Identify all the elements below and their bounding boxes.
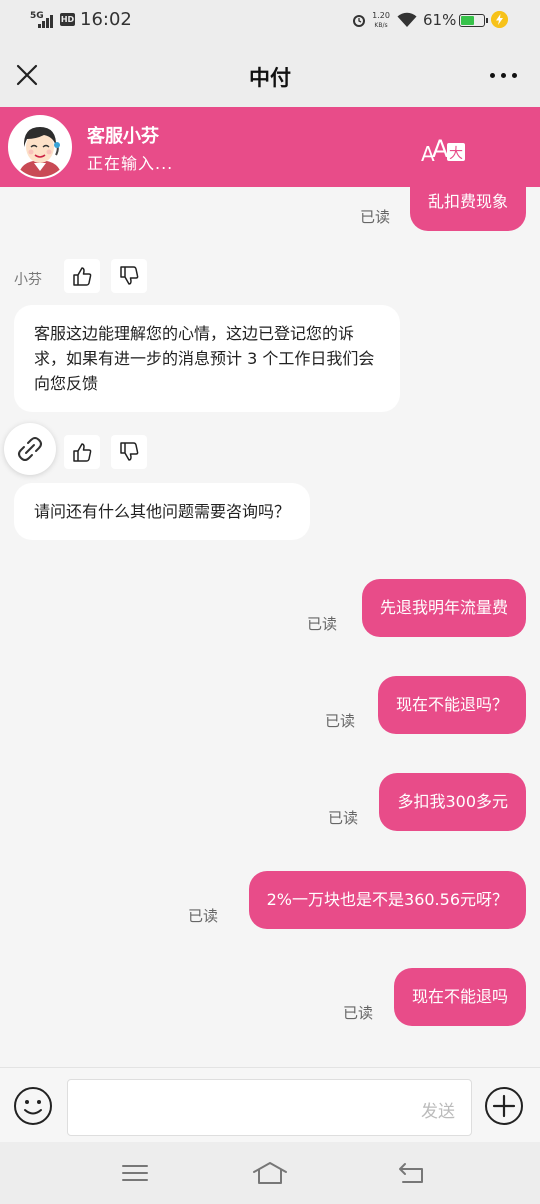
chat-area[interactable]: 已读 乱扣费现象 小芬 客服这边能理解您的心情，这边已登记您的诉求，如果有进一步… — [0, 187, 540, 1067]
like-button[interactable] — [64, 435, 100, 469]
more-icon[interactable] — [490, 73, 518, 79]
network-speed: 1.20 KB/s — [372, 11, 390, 30]
signal-icon — [38, 14, 54, 28]
read-receipt: 已读 — [325, 712, 356, 730]
read-receipt: 已读 — [188, 907, 219, 925]
agent-header: 客服小芬 正在输入... A A 大 — [0, 107, 540, 187]
read-receipt: 已读 — [328, 809, 359, 827]
thumbs-up-icon — [73, 267, 92, 286]
svg-text:A: A — [432, 135, 449, 163]
send-button[interactable]: 发送 — [421, 1097, 455, 1122]
battery-icon — [459, 14, 488, 27]
add-icon[interactable] — [484, 1086, 524, 1126]
font-size-icon[interactable]: A A 大 — [419, 135, 467, 165]
read-receipt: 已读 — [360, 208, 391, 226]
input-bar: 发送 — [0, 1067, 540, 1142]
link-icon — [18, 437, 42, 461]
message-input[interactable]: 发送 — [67, 1079, 472, 1136]
read-receipt: 已读 — [343, 1004, 374, 1022]
outgoing-message[interactable]: 多扣我300多元 — [379, 773, 526, 831]
outgoing-message[interactable]: 现在不能退吗？ — [377, 676, 526, 734]
thumbs-down-icon — [120, 266, 139, 285]
menu-icon[interactable] — [120, 1160, 150, 1186]
dislike-button[interactable] — [111, 259, 147, 293]
system-nav-bar — [0, 1142, 540, 1204]
thumbs-up-icon — [73, 443, 92, 462]
outgoing-message[interactable]: 现在不能退吗 — [393, 968, 526, 1026]
network-speed-unit: KB/s — [374, 22, 388, 29]
sender-name: 小芬 — [14, 272, 42, 288]
outgoing-message[interactable]: 乱扣费现象 — [409, 187, 526, 231]
dislike-button[interactable] — [111, 435, 147, 469]
outgoing-message[interactable]: 2%一万块也是不是360.56元呀？ — [248, 871, 526, 929]
like-button[interactable] — [64, 259, 100, 293]
page-title: 中付 — [249, 66, 291, 90]
read-receipt: 已读 — [307, 615, 338, 633]
alarm-icon — [353, 15, 365, 27]
incoming-message[interactable]: 客服这边能理解您的心情，这边已登记您的诉求，如果有进一步的消息预计 3 个工作日… — [14, 305, 400, 412]
title-bar: 中付 — [0, 44, 540, 107]
thumbs-down-icon — [120, 442, 139, 461]
network-speed-value: 1.20 — [372, 11, 390, 20]
agent-avatar-illustration — [10, 117, 70, 177]
copy-link-button[interactable] — [4, 423, 56, 475]
hd-badge: HD — [60, 13, 75, 26]
back-icon[interactable] — [397, 1160, 427, 1186]
incoming-message[interactable]: 请问还有什么其他问题需要咨询吗？ — [14, 483, 311, 540]
svg-text:大: 大 — [449, 146, 463, 162]
status-bar: 5G HD 16:02 1.20 KB/s 61% — [0, 0, 540, 44]
agent-name: 客服小芬 — [87, 126, 159, 147]
status-time: 16:02 — [80, 9, 132, 30]
battery-fill — [461, 16, 474, 25]
emoji-icon[interactable] — [13, 1086, 53, 1126]
outgoing-message[interactable]: 先退我明年流量费 — [361, 579, 526, 637]
charging-icon — [491, 11, 508, 28]
agent-avatar — [8, 115, 72, 179]
home-icon[interactable] — [252, 1160, 288, 1186]
agent-typing-status: 正在输入... — [87, 154, 174, 173]
battery-percent: 61% — [423, 11, 457, 29]
wifi-icon — [397, 12, 417, 27]
